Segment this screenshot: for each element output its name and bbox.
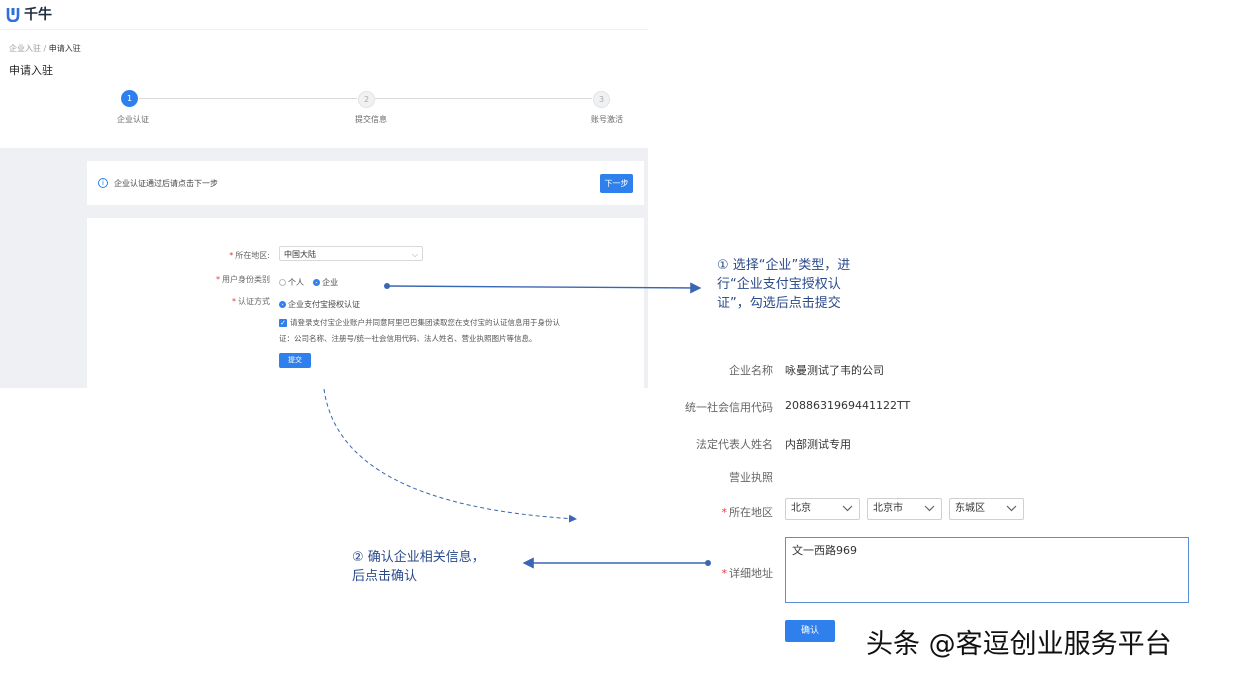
chevron-down-icon [842, 505, 853, 512]
city-select-value: 北京市 [873, 503, 903, 514]
address-label: *详细地址 [633, 565, 773, 581]
annotation-step-1: ① 选择“企业”类型，进 行“企业支付宝授权认 证”，勾选后点击提交 [717, 256, 850, 313]
credit-code-label: 统一社会信用代码 [633, 399, 773, 415]
address-textarea[interactable]: 文一西路969 [785, 537, 1189, 603]
district-select-value: 东城区 [955, 503, 985, 514]
province-select[interactable]: 北京 [785, 498, 860, 520]
chevron-down-icon [1006, 505, 1017, 512]
watermark-text: 头条 @客逗创业服务平台 [866, 622, 1172, 661]
credit-code-value: 2088631969441122TT [785, 399, 910, 412]
company-name-label: 企业名称 [633, 362, 773, 378]
company-name-value: 咏曼测试了韦的公司 [785, 362, 884, 378]
arrow-1 [387, 286, 700, 288]
business-license-label: 营业执照 [633, 469, 773, 485]
city-select[interactable]: 北京市 [867, 498, 942, 520]
confirm-button[interactable]: 确认 [785, 620, 835, 642]
dashed-transition-arrow [324, 389, 576, 519]
legal-rep-value: 内部测试专用 [785, 436, 851, 452]
province-select-value: 北京 [791, 503, 811, 514]
legal-rep-label: 法定代表人姓名 [633, 436, 773, 452]
chevron-down-icon [924, 505, 935, 512]
annotation-step-2: ② 确认企业相关信息， 后点击确认 [352, 548, 485, 586]
region-label-confirm: *所在地区 [633, 504, 773, 520]
district-select[interactable]: 东城区 [949, 498, 1024, 520]
